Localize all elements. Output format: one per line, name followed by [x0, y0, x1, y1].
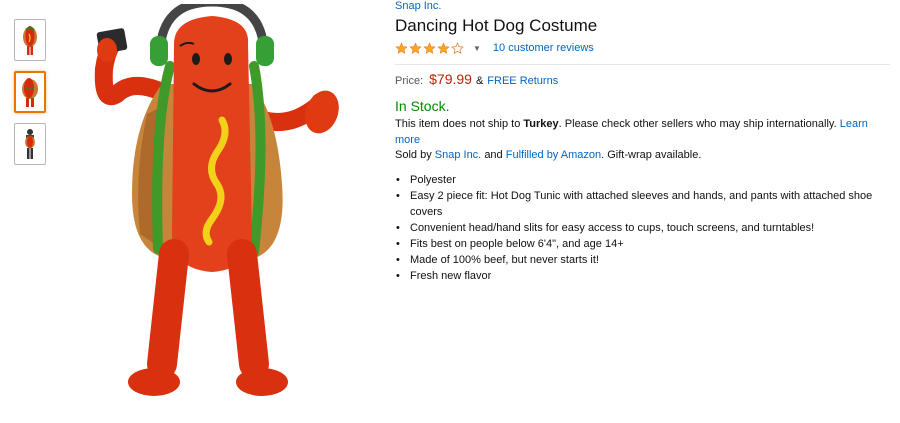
star-full-icon [409, 41, 422, 54]
product-title: Dancing Hot Dog Costume [395, 16, 598, 35]
sold-by-prefix: Sold by [395, 149, 432, 161]
free-returns-link[interactable]: FREE Returns [487, 75, 558, 87]
star-full-icon [437, 41, 450, 54]
seller-link[interactable]: Snap Inc. [435, 149, 481, 161]
fulfilled-by-amazon-link[interactable]: Fulfilled by Amazon [506, 149, 601, 161]
star-full-icon [395, 41, 408, 54]
feature-item: Convenient head/hand slits for easy acce… [395, 220, 890, 236]
person-thumbnail-image [25, 129, 35, 159]
feature-item: Made of 100% beef, but never starts it! [395, 252, 890, 268]
star-rating[interactable] [395, 41, 465, 55]
feature-item: Fresh new flavor [395, 268, 890, 284]
main-product-image [94, 4, 339, 396]
caret-down-icon[interactable]: ▼ [473, 44, 481, 53]
stock-status: In Stock. [395, 98, 450, 114]
sold-by: Sold by Snap Inc. and Fulfilled by Amazo… [395, 148, 890, 163]
hotdog-side-thumbnail-image [22, 78, 38, 107]
star-full-icon [423, 41, 436, 54]
feature-item: Easy 2 piece fit: Hot Dog Tunic with att… [395, 188, 890, 220]
shipping-notice: This item does not ship to Turkey. Pleas… [395, 116, 890, 148]
ship-suffix: . Please check other sellers who may shi… [558, 118, 837, 130]
star-empty-icon [451, 41, 464, 54]
ship-prefix: This item does not ship to [395, 118, 521, 130]
hotdog-thumbnail-image [23, 26, 37, 55]
brand-link[interactable]: Snap Inc. [395, 0, 890, 13]
customer-reviews-link[interactable]: 10 customer reviews [493, 42, 594, 54]
feature-item: Fits best on people below 6'4", and age … [395, 236, 890, 252]
divider [395, 64, 890, 65]
price-label: Price: [395, 75, 424, 87]
feature-bullets: Polyester Easy 2 piece fit: Hot Dog Tuni… [395, 172, 890, 284]
thumbnail-1[interactable] [14, 19, 46, 61]
price-row: Price: $79.99 & FREE Returns [395, 71, 890, 87]
feature-item: Polyester [395, 172, 890, 188]
sold-by-suffix: . Gift-wrap available. [601, 149, 702, 161]
ship-country: Turkey [523, 118, 559, 130]
price-amount: $79.99 [429, 71, 472, 87]
thumbnail-2[interactable] [14, 71, 46, 113]
product-info: Snap Inc. Dancing Hot Dog Costume ▼ 10 c… [395, 0, 890, 284]
rating-row: ▼ 10 customer reviews [395, 39, 890, 57]
price-ampersand: & [475, 75, 484, 87]
thumbnail-strip [14, 19, 48, 175]
thumbnail-3[interactable] [14, 123, 46, 165]
sold-by-and: and [484, 149, 503, 161]
